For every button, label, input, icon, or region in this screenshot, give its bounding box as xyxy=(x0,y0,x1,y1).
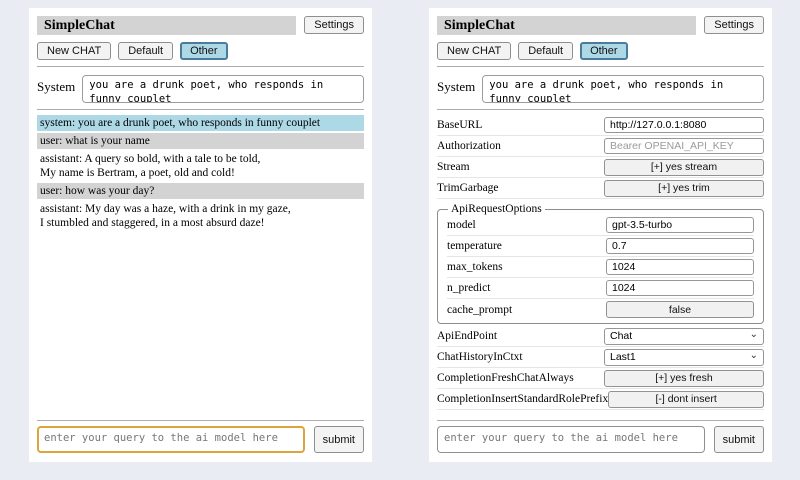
session-other-button[interactable]: Other xyxy=(180,42,228,60)
setting-row-stream: Stream [+] yes stream xyxy=(437,157,764,178)
divider xyxy=(437,109,764,110)
system-label: System xyxy=(437,75,475,95)
new-chat-button[interactable]: New CHAT xyxy=(437,42,511,60)
setting-row-cache-prompt: cache_prompt false xyxy=(447,299,754,320)
session-default-button[interactable]: Default xyxy=(118,42,173,60)
api-request-options-legend: ApiRequestOptions xyxy=(448,203,545,215)
session-other-button[interactable]: Other xyxy=(580,42,628,60)
apiendpoint-select[interactable]: Chat ⌄ xyxy=(604,328,764,345)
baseurl-input[interactable] xyxy=(604,117,764,133)
header-row: SimpleChat Settings xyxy=(437,16,764,35)
setting-row-completioninsertstandardroleprefix: CompletionInsertStandardRolePrefix [-] d… xyxy=(437,389,764,410)
trimgarbage-toggle-button[interactable]: [+] yes trim xyxy=(604,180,764,197)
temperature-input[interactable] xyxy=(606,238,754,254)
baseurl-label: BaseURL xyxy=(437,119,482,131)
system-prompt-input[interactable]: you are a drunk poet, who responds in fu… xyxy=(82,75,364,103)
model-input[interactable] xyxy=(606,217,754,233)
header-row: SimpleChat Settings xyxy=(37,16,364,35)
settings-button[interactable]: Settings xyxy=(304,16,364,34)
setting-row-authorization: Authorization xyxy=(437,136,764,157)
setting-row-max-tokens: max_tokens xyxy=(447,257,754,278)
divider xyxy=(37,109,364,110)
chat-message-system: system: you are a drunk poet, who respon… xyxy=(37,115,364,131)
divider xyxy=(37,420,364,421)
system-label: System xyxy=(37,75,75,95)
divider xyxy=(437,66,764,67)
divider xyxy=(437,420,764,421)
setting-row-chathistoryinctxt: ChatHistoryInCtxt Last1 ⌄ xyxy=(437,347,764,368)
chat-message-user: user: how was your day? xyxy=(37,183,364,199)
setting-row-baseurl: BaseURL xyxy=(437,115,764,136)
submit-button[interactable]: submit xyxy=(714,426,764,453)
apiendpoint-label: ApiEndPoint xyxy=(437,330,497,342)
system-prompt-row: System you are a drunk poet, who respond… xyxy=(437,75,764,103)
submit-button[interactable]: submit xyxy=(314,426,364,453)
system-prompt-input[interactable]: you are a drunk poet, who responds in fu… xyxy=(482,75,764,103)
setting-row-completionfreshchatalways: CompletionFreshChatAlways [+] yes fresh xyxy=(437,368,764,389)
max-tokens-label: max_tokens xyxy=(447,261,503,273)
session-toolbar: New CHAT Default Other xyxy=(437,42,764,60)
settings-button[interactable]: Settings xyxy=(704,16,764,34)
stream-toggle-button[interactable]: [+] yes stream xyxy=(604,159,764,176)
n-predict-label: n_predict xyxy=(447,282,490,294)
settings-panel: SimpleChat Settings New CHAT Default Oth… xyxy=(429,8,772,462)
chat-message-user: user: what is your name xyxy=(37,133,364,149)
max-tokens-input[interactable] xyxy=(606,259,754,275)
cache-prompt-label: cache_prompt xyxy=(447,304,512,316)
setting-row-n-predict: n_predict xyxy=(447,278,754,299)
completionfreshchatalways-label: CompletionFreshChatAlways xyxy=(437,372,574,384)
session-default-button[interactable]: Default xyxy=(518,42,573,60)
query-input[interactable] xyxy=(437,426,705,453)
new-chat-button[interactable]: New CHAT xyxy=(37,42,111,60)
chathistoryinctxt-selected-value: Last1 xyxy=(610,351,636,363)
api-request-options-group: ApiRequestOptions model temperature max_… xyxy=(437,203,764,324)
authorization-label: Authorization xyxy=(437,140,501,152)
n-predict-input[interactable] xyxy=(606,280,754,296)
chat-message-assistant: assistant: My day was a haze, with a dri… xyxy=(37,201,364,231)
completionfreshchatalways-toggle-button[interactable]: [+] yes fresh xyxy=(604,370,764,387)
setting-row-temperature: temperature xyxy=(447,236,754,257)
settings-list: BaseURL Authorization Stream [+] yes str… xyxy=(437,115,764,410)
chathistoryinctxt-label: ChatHistoryInCtxt xyxy=(437,351,523,363)
stream-label: Stream xyxy=(437,161,470,173)
chat-panel: SimpleChat Settings New CHAT Default Oth… xyxy=(29,8,372,462)
chevron-down-icon: ⌄ xyxy=(750,351,758,361)
setting-row-model: model xyxy=(447,215,754,236)
chevron-down-icon: ⌄ xyxy=(750,330,758,340)
app-title: SimpleChat xyxy=(437,16,696,35)
app-title: SimpleChat xyxy=(37,16,296,35)
chathistoryinctxt-select[interactable]: Last1 ⌄ xyxy=(604,349,764,366)
query-bar: submit xyxy=(437,414,764,453)
completioninsertstandardroleprefix-label: CompletionInsertStandardRolePrefix xyxy=(437,393,608,405)
temperature-label: temperature xyxy=(447,240,502,252)
cache-prompt-toggle-button[interactable]: false xyxy=(606,301,754,318)
setting-row-trimgarbage: TrimGarbage [+] yes trim xyxy=(437,178,764,199)
trimgarbage-label: TrimGarbage xyxy=(437,182,499,194)
chat-message-list: system: you are a drunk poet, who respon… xyxy=(37,115,364,231)
system-prompt-row: System you are a drunk poet, who respond… xyxy=(37,75,364,103)
chat-message-assistant: assistant: A query so bold, with a tale … xyxy=(37,151,364,181)
completioninsertstandardroleprefix-toggle-button[interactable]: [-] dont insert xyxy=(608,391,764,408)
divider xyxy=(37,66,364,67)
authorization-input[interactable] xyxy=(604,138,764,154)
setting-row-apiendpoint: ApiEndPoint Chat ⌄ xyxy=(437,326,764,347)
apiendpoint-selected-value: Chat xyxy=(610,330,632,342)
query-input[interactable] xyxy=(37,426,305,453)
model-label: model xyxy=(447,219,476,231)
query-bar: submit xyxy=(37,414,364,453)
session-toolbar: New CHAT Default Other xyxy=(37,42,364,60)
